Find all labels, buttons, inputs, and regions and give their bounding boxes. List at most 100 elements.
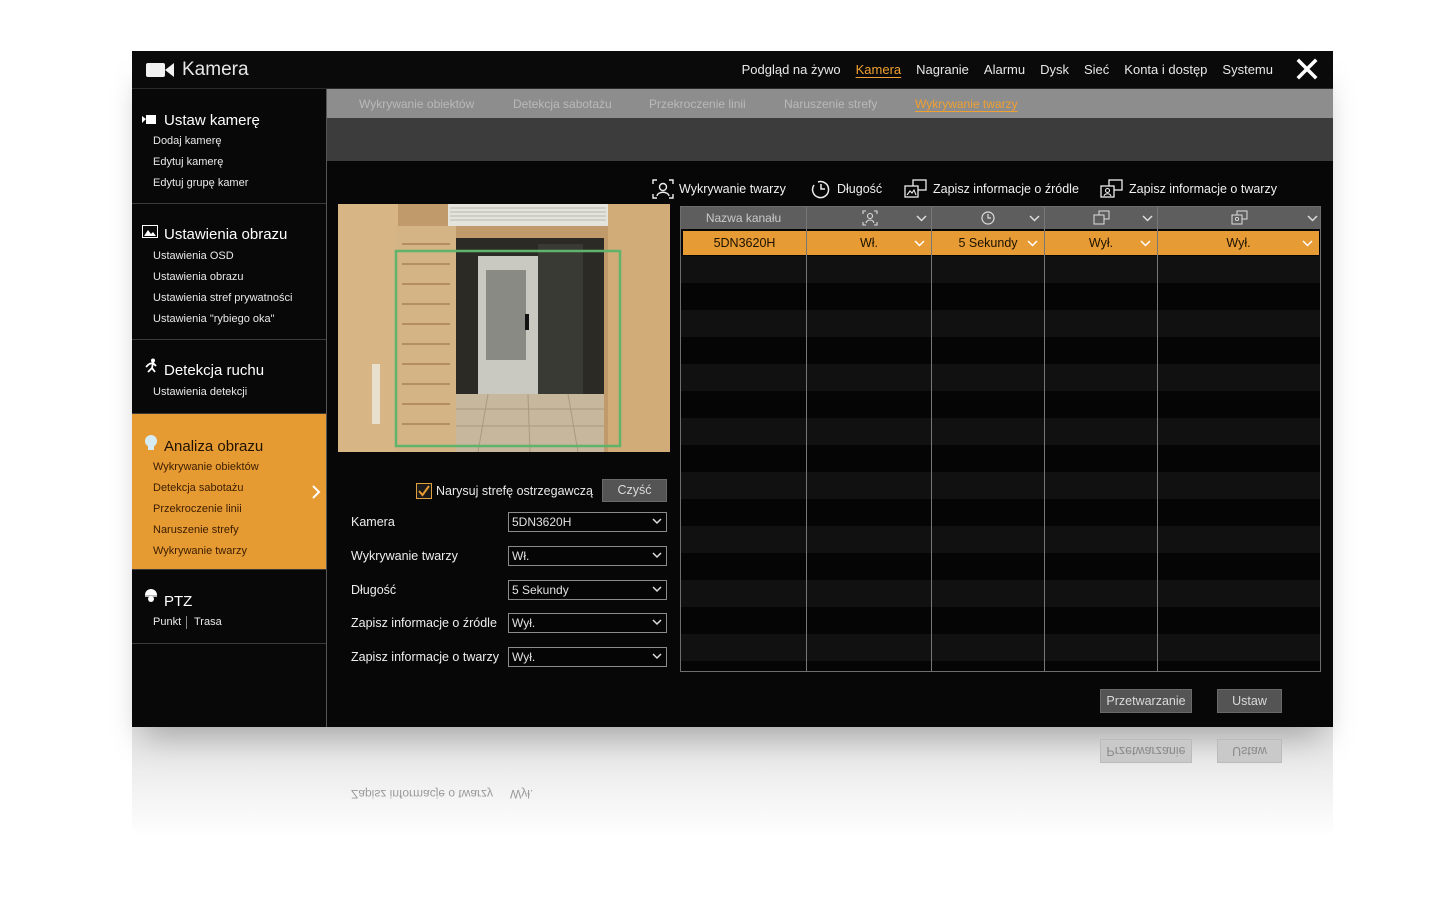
nav-item-recording[interactable]: Nagranie bbox=[916, 62, 969, 77]
chevron-down-icon bbox=[1140, 240, 1151, 247]
column-header-duration[interactable] bbox=[932, 207, 1044, 229]
sidebar-item-osd[interactable]: Ustawienia OSD bbox=[153, 250, 234, 262]
column-header-face[interactable] bbox=[807, 207, 931, 229]
sidebar-group-ptz: PTZ Punkt Trasa bbox=[132, 570, 326, 644]
nav-item-accounts[interactable]: Konta i dostęp bbox=[1124, 62, 1207, 77]
table-row bbox=[681, 499, 1320, 526]
sidebar-heading[interactable]: Analiza obrazu bbox=[164, 438, 263, 455]
table-row bbox=[681, 283, 1320, 310]
table-row bbox=[681, 472, 1320, 499]
face-detection-select[interactable]: Wł. bbox=[508, 546, 667, 566]
tab-tamper[interactable]: Detekcja sabotażu bbox=[513, 97, 612, 111]
sidebar-item-detection-settings[interactable]: Ustawienia detekcji bbox=[153, 386, 247, 398]
table-row bbox=[681, 364, 1320, 391]
nav-item-system[interactable]: Systemu bbox=[1222, 62, 1273, 77]
sidebar-group-analysis: Analiza obrazu Wykrywanie obiektów Detek… bbox=[132, 414, 326, 570]
set-button-reflection: Ustaw bbox=[1217, 739, 1282, 763]
save-face-value-reflection: Wył. bbox=[510, 787, 534, 801]
save-source-icon bbox=[1093, 210, 1110, 225]
draw-zone-control: Narysuj strefę ostrzegawczą bbox=[416, 481, 593, 501]
sidebar-item-zone-intrusion[interactable]: Naruszenie strefy bbox=[153, 524, 239, 536]
set-button[interactable]: Ustaw bbox=[1217, 689, 1282, 713]
save-face-icon bbox=[1231, 210, 1248, 225]
sidebar-item-privacy[interactable]: Ustawienia stref prywatności bbox=[153, 292, 292, 304]
table-row bbox=[681, 580, 1320, 607]
table-row bbox=[681, 634, 1320, 661]
chevron-down-icon bbox=[652, 653, 662, 660]
sidebar-item-edit-group[interactable]: Edytuj grupę kamer bbox=[153, 177, 248, 189]
duration-select-value: 5 Sekundy bbox=[512, 583, 569, 597]
sidebar-item-route[interactable]: Trasa bbox=[194, 616, 222, 628]
cell-save-face[interactable]: Wył. bbox=[1158, 231, 1319, 255]
sidebar-item-tamper[interactable]: Detekcja sabotażu bbox=[153, 482, 244, 494]
clear-button[interactable]: Czyść bbox=[602, 479, 667, 502]
subtab-bar: Wykrywanie obiektów Detekcja sabotażu Pr… bbox=[327, 89, 1333, 118]
sidebar-item-face-detection[interactable]: Wykrywanie twarzy bbox=[153, 545, 247, 557]
sidebar: Ustaw kamerę Dodaj kamerę Edytuj kamerę … bbox=[132, 89, 326, 727]
tab-object-detection[interactable]: Wykrywanie obiektów bbox=[359, 97, 474, 111]
sidebar-group-camera: Ustaw kamerę Dodaj kamerę Edytuj kamerę … bbox=[132, 89, 326, 204]
nav-item-camera[interactable]: Kamera bbox=[856, 62, 902, 77]
table-row bbox=[681, 391, 1320, 418]
chevron-down-icon bbox=[1142, 215, 1153, 222]
sidebar-item-line-crossing[interactable]: Przekroczenie linii bbox=[153, 503, 242, 515]
cell-channel[interactable]: 5DN3620H bbox=[683, 231, 806, 255]
camera-preview[interactable] bbox=[338, 204, 670, 452]
draw-zone-checkbox[interactable] bbox=[416, 483, 432, 499]
save-source-select[interactable]: Wył. bbox=[508, 613, 667, 633]
cell-save-source[interactable]: Wył. bbox=[1045, 231, 1157, 255]
tab-zone-intrusion[interactable]: Naruszenie strefy bbox=[784, 97, 877, 111]
sidebar-heading[interactable]: Ustaw kamerę bbox=[164, 112, 260, 129]
video-camera-icon bbox=[146, 63, 174, 77]
window-reflection: Przetwarzanie Ustaw Zapisz informacje o … bbox=[132, 727, 1333, 837]
nav-item-alarm[interactable]: Alarmu bbox=[984, 62, 1025, 77]
clock-icon bbox=[811, 180, 830, 199]
sidebar-item-fisheye[interactable]: Ustawienia "rybiego oka" bbox=[153, 313, 275, 325]
chevron-down-icon bbox=[1302, 240, 1313, 247]
process-button[interactable]: Przetwarzanie bbox=[1100, 689, 1192, 713]
tab-line-crossing[interactable]: Przekroczenie linii bbox=[649, 97, 746, 111]
camera-label: Kamera bbox=[351, 515, 395, 529]
nav-item-live[interactable]: Podgląd na żywo bbox=[742, 62, 841, 77]
nav-item-network[interactable]: Sieć bbox=[1084, 62, 1109, 77]
ptz-dome-icon bbox=[145, 589, 157, 602]
option-duration-label: Długość bbox=[837, 182, 883, 196]
checkmark-icon bbox=[418, 485, 430, 497]
sidebar-item-edit-camera[interactable]: Edytuj kamerę bbox=[153, 156, 223, 168]
chevron-down-icon bbox=[916, 215, 927, 222]
column-header-save-face[interactable] bbox=[1158, 207, 1320, 229]
column-header-save-source[interactable] bbox=[1045, 207, 1157, 229]
cell-face[interactable]: Wł. bbox=[807, 231, 931, 255]
column-divider bbox=[1157, 207, 1158, 671]
sidebar-item-point[interactable]: Punkt bbox=[153, 616, 181, 628]
process-button-reflection: Przetwarzanie bbox=[1100, 739, 1192, 763]
camera-icon bbox=[142, 115, 156, 124]
save-face-select[interactable]: Wył. bbox=[508, 647, 667, 667]
camera-preview-image bbox=[338, 204, 670, 452]
duration-label: Długość bbox=[351, 583, 397, 597]
option-face-detection-label: Wykrywanie twarzy bbox=[679, 182, 786, 196]
close-icon[interactable] bbox=[1295, 57, 1319, 81]
table-row bbox=[681, 310, 1320, 337]
table-row bbox=[681, 418, 1320, 445]
tab-face-detection[interactable]: Wykrywanie twarzy bbox=[915, 97, 1018, 111]
sidebar-heading[interactable]: Ustawienia obrazu bbox=[164, 226, 287, 243]
cell-duration[interactable]: 5 Sekundy bbox=[932, 231, 1044, 255]
nav-item-disk[interactable]: Dysk bbox=[1040, 62, 1069, 77]
face-detection-select-value: Wł. bbox=[512, 549, 530, 563]
sidebar-item-add-camera[interactable]: Dodaj kamerę bbox=[153, 135, 221, 147]
sidebar-item-image-settings[interactable]: Ustawienia obrazu bbox=[153, 271, 244, 283]
save-source-icon bbox=[904, 179, 927, 198]
camera-select[interactable]: 5DN3620H bbox=[508, 512, 667, 532]
column-divider bbox=[931, 207, 932, 671]
main-nav: Podgląd na żywo Kamera Nagranie Alarmu D… bbox=[727, 62, 1273, 77]
sidebar-separator bbox=[326, 89, 327, 727]
sidebar-heading[interactable]: PTZ bbox=[164, 593, 192, 610]
face-scan-icon bbox=[652, 179, 674, 199]
duration-select[interactable]: 5 Sekundy bbox=[508, 580, 667, 600]
sidebar-heading[interactable]: Detekcja ruchu bbox=[164, 362, 264, 379]
sidebar-item-object-detection[interactable]: Wykrywanie obiektów bbox=[153, 461, 259, 473]
chevron-down-icon bbox=[652, 552, 662, 559]
analysis-head-icon bbox=[145, 435, 157, 450]
option-save-face-label: Zapisz informacje o twarzy bbox=[1129, 182, 1277, 196]
